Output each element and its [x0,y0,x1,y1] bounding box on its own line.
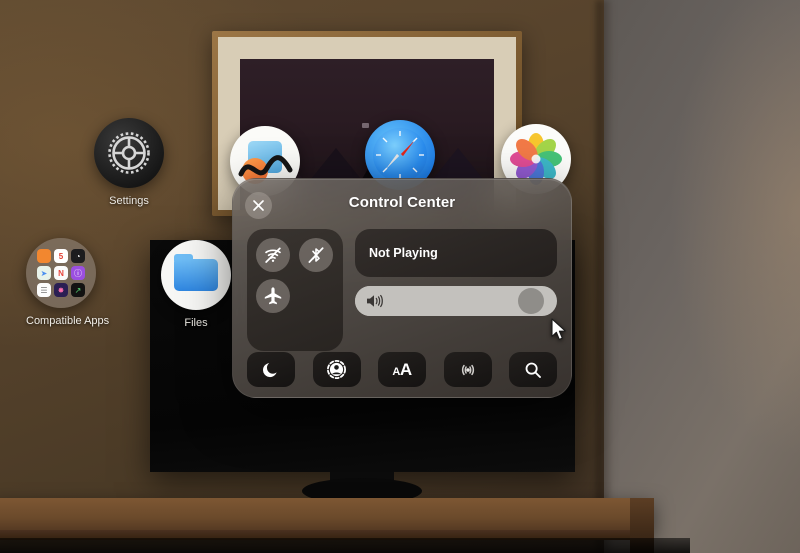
mini-app-podcasts: ⓘ [71,266,85,280]
control-center-body: Not Playing [247,229,557,351]
search-button[interactable] [509,352,557,387]
guest-user-button[interactable] [312,352,361,387]
page-title: Control Center [348,194,456,211]
speaker-wave-icon [367,294,383,308]
search-icon [525,362,541,378]
wifi-toggle[interactable] [256,238,290,272]
under-table-shadow [0,538,690,553]
person-dashed-icon [326,359,347,380]
connectivity-module [247,229,343,351]
app-folder-icon: 5 ◔ ➤ N ⓘ ☰ ✸ ↗ [26,238,96,308]
airplay-icon [461,364,474,375]
airplane-icon [264,287,282,305]
moon-icon [262,363,277,378]
mini-app-news: N [54,266,68,280]
mini-app-shortcuts: ✸ [54,283,68,297]
mini-app-clock: ◔ [71,249,85,263]
control-center-panel: Control Center Not Playing AA [232,178,572,398]
bluetooth-slash-icon [308,247,324,263]
folder-icon [161,240,231,310]
mini-app-calendar: 5 [54,249,68,263]
bluetooth-toggle[interactable] [299,238,333,272]
airplane-mode-toggle[interactable] [256,279,290,313]
control-center-header: Control Center [233,179,571,229]
text-size-button[interactable]: AA [378,352,426,387]
app-icon-files[interactable]: Files [161,240,231,329]
gear-icon [94,118,164,188]
wall-corner [596,0,612,553]
quick-actions-row: AA [247,352,557,387]
do-not-disturb-button[interactable] [247,352,295,387]
app-label: Files [184,317,208,329]
volume-slider[interactable] [355,286,557,316]
folder-body [174,259,218,291]
text-size-large: A [399,359,412,379]
app-label: Settings [109,195,149,207]
volume-slider-knob[interactable] [517,288,544,314]
text-size-small: A [392,365,400,378]
text-size-icon: AA [392,359,412,380]
now-playing-card[interactable]: Not Playing [355,229,557,277]
screen-mirroring-button[interactable] [443,352,492,387]
media-and-volume-column: Not Playing [355,229,557,351]
app-label: Compatible Apps [26,315,110,327]
now-playing-status: Not Playing [369,246,438,260]
passthrough-scene: Settings 5 ◔ ➤ N ⓘ ☰ ✸ ↗ Compatible Apps… [0,0,800,553]
app-icon-compatible-apps[interactable]: 5 ◔ ➤ N ⓘ ☰ ✸ ↗ Compatible Apps [26,238,110,327]
console-table-top [0,498,654,534]
wifi-slash-icon [265,247,281,263]
mini-app-reminders: ☰ [37,283,51,297]
mini-app-maps: ➤ [37,266,51,280]
wall-right [604,0,800,553]
mini-app-books [37,249,51,263]
app-icon-settings[interactable]: Settings [94,118,164,207]
mini-app-stocks: ↗ [71,283,85,297]
